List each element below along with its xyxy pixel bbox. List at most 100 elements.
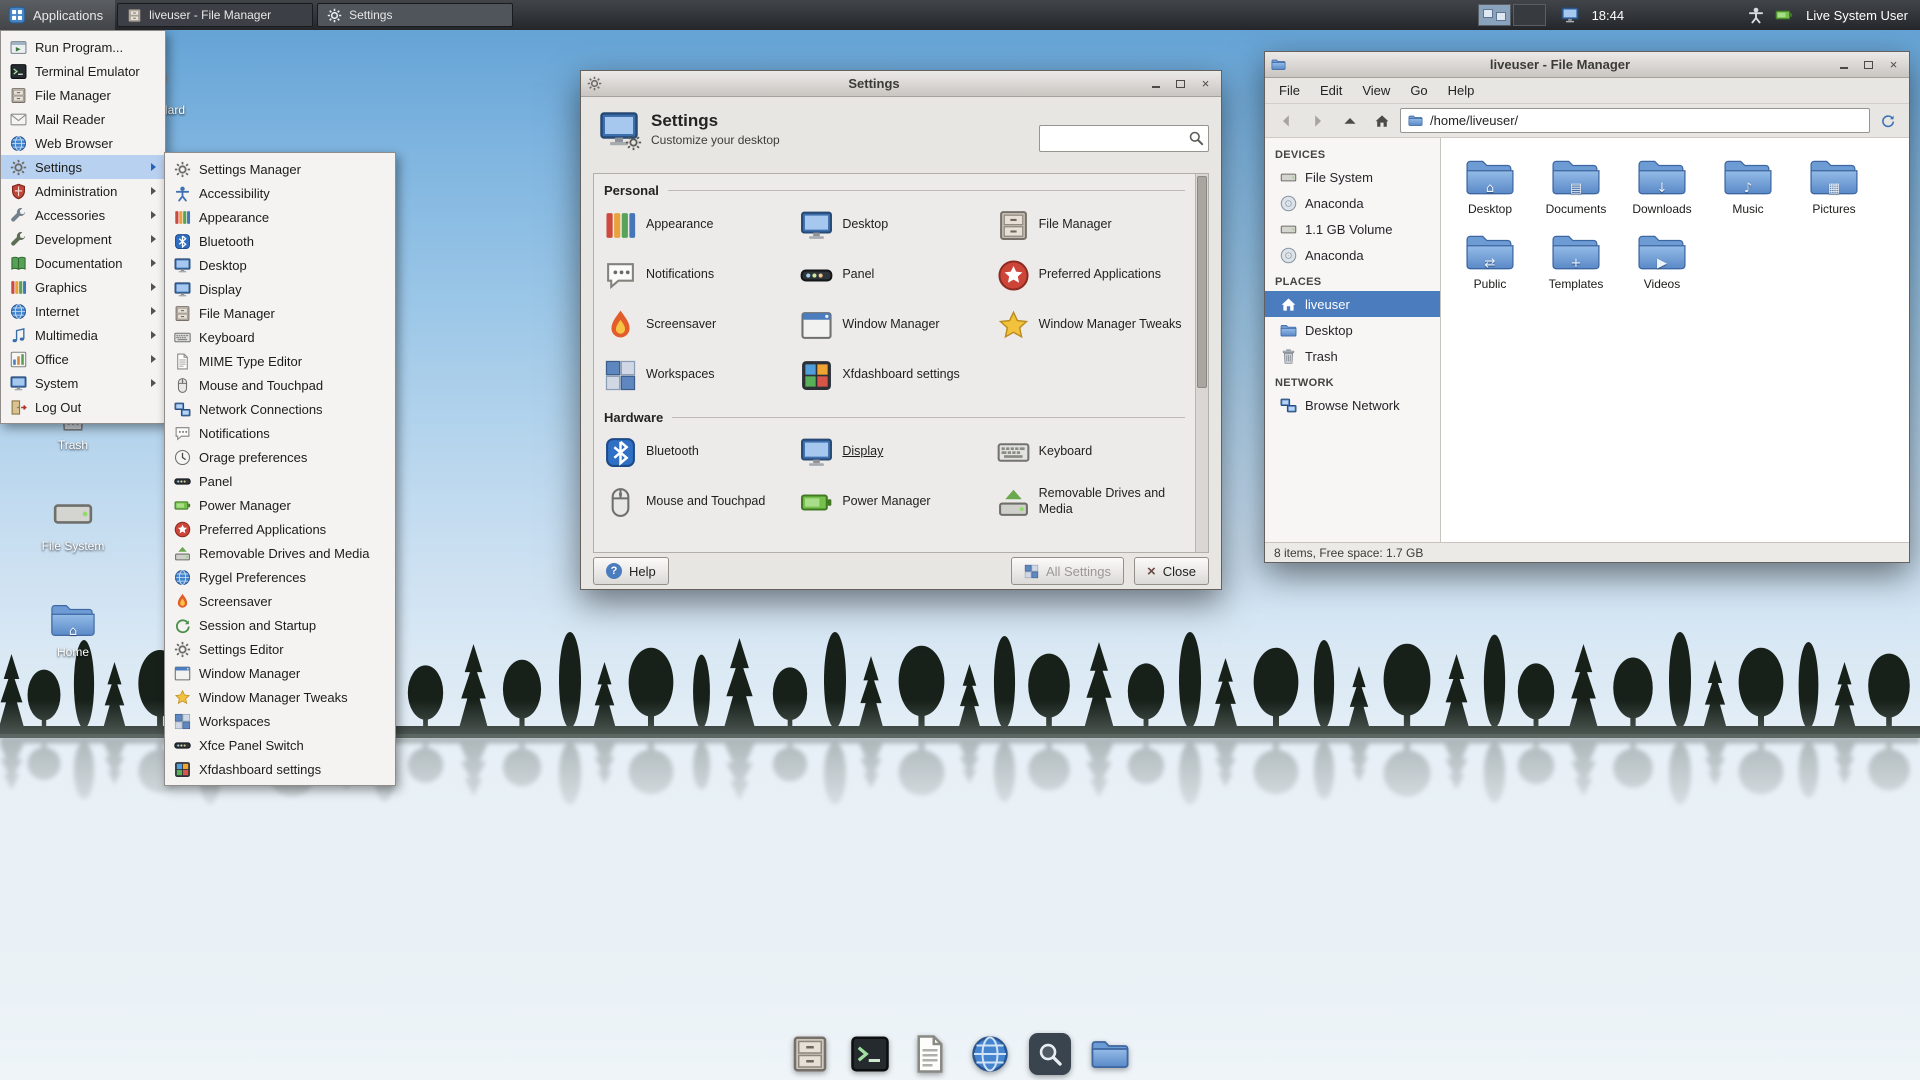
- submenu-item-power-manager[interactable]: Power Manager: [165, 493, 395, 517]
- menu-item-administration[interactable]: Administration: [1, 179, 165, 203]
- workspace-1[interactable]: [1477, 4, 1511, 26]
- sidebar-item-anaconda-1[interactable]: Anaconda: [1265, 190, 1440, 216]
- forward-button[interactable]: [1304, 108, 1332, 134]
- menu-item-multimedia[interactable]: Multimedia: [1, 323, 165, 347]
- minimize-button[interactable]: [1834, 56, 1853, 73]
- submenu-item-xfdashboard-settings[interactable]: Xfdashboard settings: [165, 757, 395, 781]
- submenu-item-mime-type-editor[interactable]: MIME Type Editor: [165, 349, 395, 373]
- settings-item-removable-drives[interactable]: Removable Drives and Media: [993, 477, 1189, 527]
- submenu-item-settings-editor[interactable]: Settings Editor: [165, 637, 395, 661]
- submenu-item-rygel-preferences[interactable]: Rygel Preferences: [165, 565, 395, 589]
- menu-item-terminal-emulator[interactable]: Terminal Emulator: [1, 59, 165, 83]
- desktop-icon-file-system[interactable]: File System: [18, 492, 128, 554]
- file-templates[interactable]: Templates: [1533, 223, 1619, 298]
- battery-tray-icon[interactable]: [1775, 6, 1793, 24]
- file-desktop[interactable]: Desktop: [1447, 148, 1533, 223]
- file-downloads[interactable]: Downloads: [1619, 148, 1705, 223]
- menu-help[interactable]: Help: [1438, 79, 1485, 102]
- submenu-item-file-manager[interactable]: File Manager: [165, 301, 395, 325]
- settings-item-keyboard[interactable]: Keyboard: [993, 427, 1189, 477]
- menu-item-settings[interactable]: Settings: [1, 155, 165, 179]
- menu-item-log-out[interactable]: Log Out: [1, 395, 165, 419]
- settings-item-xfdashboard[interactable]: Xfdashboard settings: [796, 350, 992, 400]
- reload-button[interactable]: [1874, 108, 1902, 134]
- user-tray-icon[interactable]: [1747, 6, 1765, 24]
- menu-edit[interactable]: Edit: [1310, 79, 1352, 102]
- menu-item-office[interactable]: Office: [1, 347, 165, 371]
- menu-item-development[interactable]: Development: [1, 227, 165, 251]
- menu-item-accessories[interactable]: Accessories: [1, 203, 165, 227]
- file-music[interactable]: Music: [1705, 148, 1791, 223]
- submenu-item-xfce-panel-switch[interactable]: Xfce Panel Switch: [165, 733, 395, 757]
- applications-menu-button[interactable]: Applications: [0, 0, 116, 30]
- submenu-item-panel[interactable]: Panel: [165, 469, 395, 493]
- menu-file[interactable]: File: [1269, 79, 1310, 102]
- settings-search-input[interactable]: [1039, 125, 1209, 152]
- submenu-item-window-manager[interactable]: Window Manager: [165, 661, 395, 685]
- settings-item-bluetooth[interactable]: Bluetooth: [600, 427, 796, 477]
- dock-web-browser-icon[interactable]: [969, 1033, 1011, 1075]
- dock-file-cabinet-icon[interactable]: [789, 1033, 831, 1075]
- settings-item-preferred-applications[interactable]: Preferred Applications: [993, 250, 1189, 300]
- menu-item-internet[interactable]: Internet: [1, 299, 165, 323]
- menu-item-documentation[interactable]: Documentation: [1, 251, 165, 275]
- workspace-2[interactable]: [1512, 4, 1546, 26]
- settings-item-power-manager[interactable]: Power Manager: [796, 477, 992, 527]
- dock-terminal-icon[interactable]: [849, 1033, 891, 1075]
- submenu-item-desktop[interactable]: Desktop: [165, 253, 395, 277]
- scrollbar[interactable]: [1195, 174, 1208, 552]
- menu-item-mail-reader[interactable]: Mail Reader: [1, 107, 165, 131]
- settings-item-window-manager-tweaks[interactable]: Window Manager Tweaks: [993, 300, 1189, 350]
- sidebar-item-file-system[interactable]: File System: [1265, 164, 1440, 190]
- settings-item-appearance[interactable]: Appearance: [600, 200, 796, 250]
- submenu-item-orage-preferences[interactable]: Orage preferences: [165, 445, 395, 469]
- submenu-item-window-manager-tweaks[interactable]: Window Manager Tweaks: [165, 685, 395, 709]
- dock-application-finder-icon[interactable]: [1029, 1033, 1071, 1075]
- settings-item-mouse-and-touchpad[interactable]: Mouse and Touchpad: [600, 477, 796, 527]
- file-videos[interactable]: Videos: [1619, 223, 1705, 298]
- settings-item-display[interactable]: Display: [796, 427, 992, 477]
- menu-item-file-manager[interactable]: File Manager: [1, 83, 165, 107]
- clock[interactable]: 18:44: [1592, 8, 1625, 23]
- submenu-item-preferred-applications[interactable]: Preferred Applications: [165, 517, 395, 541]
- taskbar-button-file-manager[interactable]: liveuser - File Manager: [117, 3, 314, 27]
- close-button[interactable]: ×: [1884, 56, 1903, 73]
- file-documents[interactable]: Documents: [1533, 148, 1619, 223]
- home-button[interactable]: [1368, 108, 1396, 134]
- scrollbar-thumb[interactable]: [1197, 176, 1207, 388]
- sidebar-item-desktop[interactable]: Desktop: [1265, 317, 1440, 343]
- submenu-item-notifications[interactable]: Notifications: [165, 421, 395, 445]
- menu-item-system[interactable]: System: [1, 371, 165, 395]
- submenu-item-keyboard[interactable]: Keyboard: [165, 325, 395, 349]
- sidebar-item-liveuser[interactable]: liveuser: [1265, 291, 1440, 317]
- close-button[interactable]: × Close: [1133, 557, 1209, 585]
- settings-item-window-manager[interactable]: Window Manager: [796, 300, 992, 350]
- submenu-item-display[interactable]: Display: [165, 277, 395, 301]
- sidebar-item-browse-network[interactable]: Browse Network: [1265, 392, 1440, 418]
- display-tray-icon[interactable]: [1561, 6, 1579, 24]
- submenu-item-settings-manager[interactable]: Settings Manager: [165, 157, 395, 181]
- close-button[interactable]: ×: [1196, 75, 1215, 92]
- search-icon[interactable]: [1188, 130, 1204, 146]
- minimize-button[interactable]: [1146, 75, 1165, 92]
- settings-titlebar[interactable]: Settings ×: [581, 71, 1221, 97]
- menu-go[interactable]: Go: [1400, 79, 1437, 102]
- sidebar-item-trash[interactable]: Trash: [1265, 343, 1440, 369]
- sidebar-item-volume[interactable]: 1.1 GB Volume: [1265, 216, 1440, 242]
- file-pictures[interactable]: Pictures: [1791, 148, 1877, 223]
- submenu-item-mouse-and-touchpad[interactable]: Mouse and Touchpad: [165, 373, 395, 397]
- dock-text-editor-icon[interactable]: [909, 1033, 951, 1075]
- all-settings-button[interactable]: All Settings: [1010, 557, 1124, 585]
- submenu-item-accessibility[interactable]: Accessibility: [165, 181, 395, 205]
- desktop-icon-home[interactable]: Home: [18, 598, 128, 660]
- settings-item-screensaver[interactable]: Screensaver: [600, 300, 796, 350]
- settings-item-notifications[interactable]: Notifications: [600, 250, 796, 300]
- submenu-item-session-and-startup[interactable]: Session and Startup: [165, 613, 395, 637]
- up-button[interactable]: [1336, 108, 1364, 134]
- path-bar[interactable]: /home/liveuser/: [1400, 108, 1870, 133]
- sidebar-item-anaconda-2[interactable]: Anaconda: [1265, 242, 1440, 268]
- settings-item-panel[interactable]: Panel: [796, 250, 992, 300]
- maximize-button[interactable]: [1171, 75, 1190, 92]
- maximize-button[interactable]: [1859, 56, 1878, 73]
- menu-view[interactable]: View: [1352, 79, 1400, 102]
